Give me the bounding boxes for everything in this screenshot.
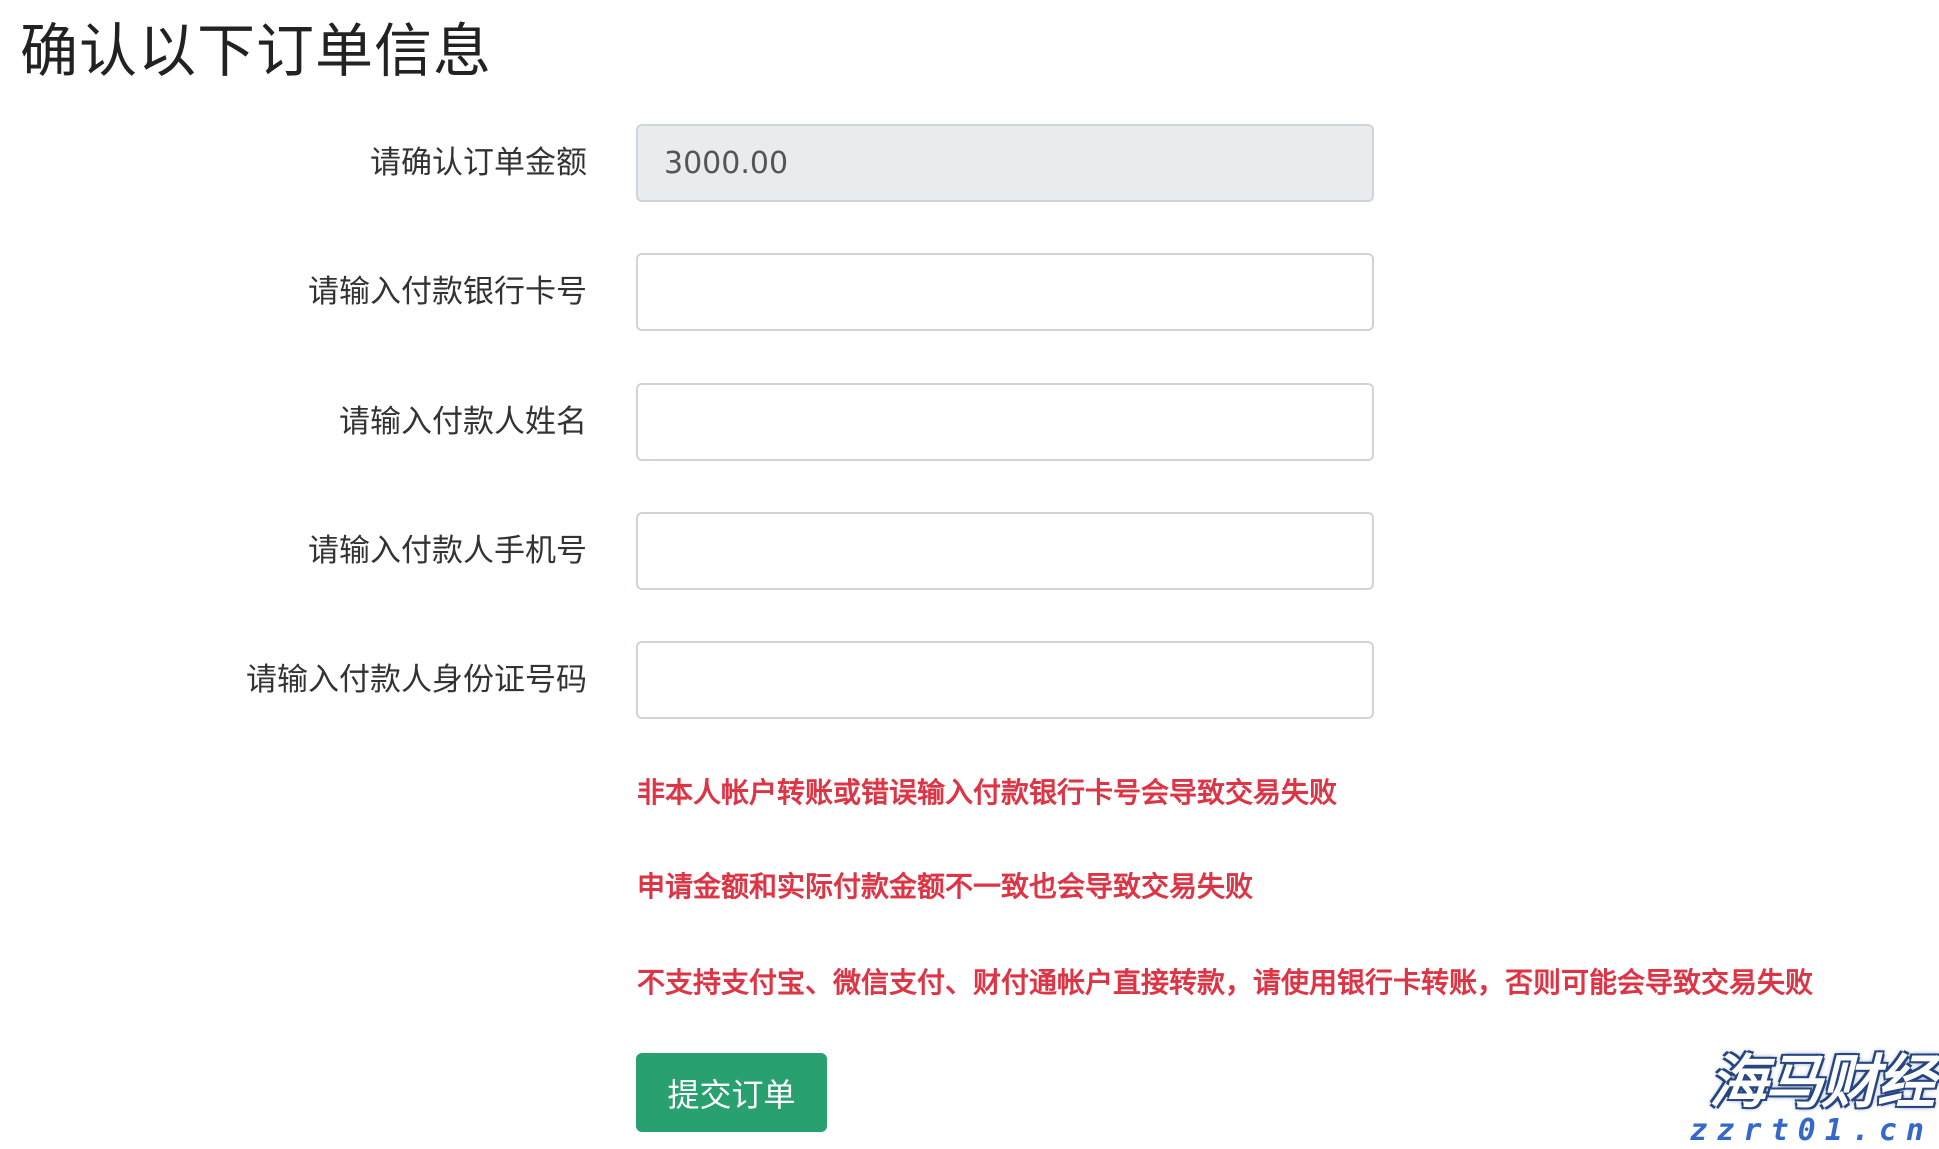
warning-text-account: 非本人帐户转账或错误输入付款银行卡号会导致交易失败	[637, 776, 1338, 809]
warning-text-payment-method: 不支持支付宝、微信支付、财付通帐户直接转款，请使用银行卡转账，否则可能会导致交易…	[637, 966, 1814, 999]
form-row-bank-card: 请输入付款银行卡号	[0, 253, 1400, 331]
submit-order-button[interactable]: 提交订单	[636, 1053, 827, 1132]
payer-phone-input[interactable]	[636, 512, 1374, 590]
payer-name-input[interactable]	[636, 383, 1374, 461]
form-row-payer-name: 请输入付款人姓名	[0, 383, 1400, 461]
amount-label: 请确认订单金额	[370, 145, 587, 181]
form-row-payer-phone: 请输入付款人手机号	[0, 512, 1400, 590]
bank-card-input[interactable]	[636, 253, 1374, 331]
form-row-payer-id: 请输入付款人身份证号码	[0, 641, 1400, 719]
payer-id-input[interactable]	[636, 641, 1374, 719]
watermark-logo: 海马财经 zzrt01.cn	[1689, 1048, 1935, 1148]
bank-card-label: 请输入付款银行卡号	[308, 274, 587, 310]
payer-phone-label: 请输入付款人手机号	[308, 533, 587, 569]
payer-name-label: 请输入付款人姓名	[339, 404, 587, 440]
watermark-brand: 海马财经	[1708, 1048, 1935, 1116]
page-title: 确认以下订单信息	[20, 17, 493, 85]
payer-id-label: 请输入付款人身份证号码	[246, 662, 587, 698]
watermark-domain: zzrt01.cn	[1689, 1113, 1933, 1148]
amount-field[interactable]	[636, 124, 1374, 202]
form-row-amount: 请确认订单金额	[0, 124, 1400, 202]
warning-text-amount: 申请金额和实际付款金额不一致也会导致交易失败	[637, 870, 1254, 903]
